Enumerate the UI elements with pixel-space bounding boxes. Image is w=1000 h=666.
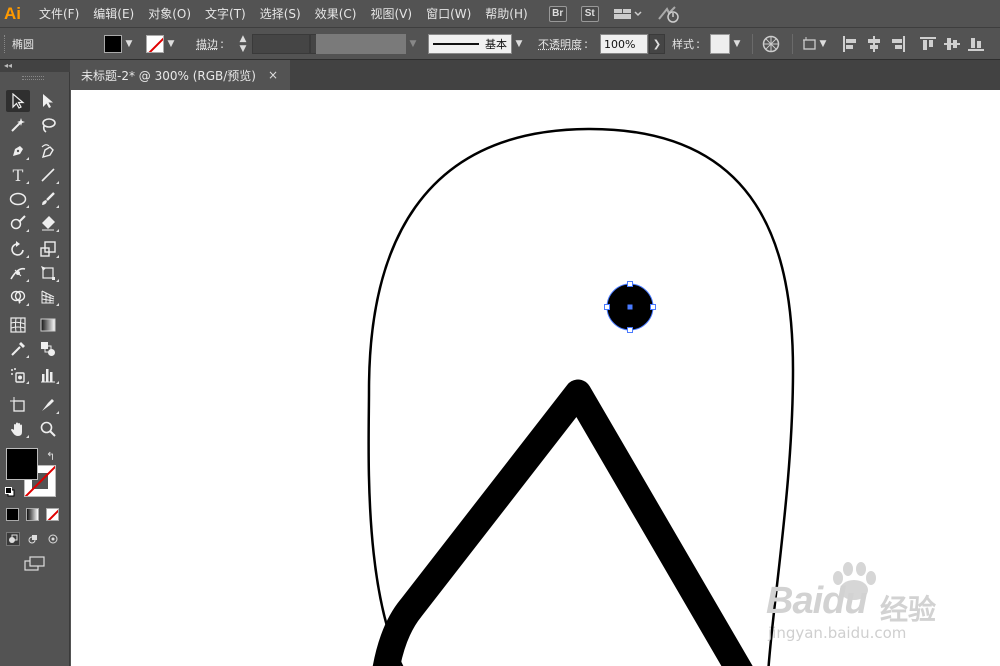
rotate-tool-icon[interactable] [6, 238, 30, 260]
tools-panel: ◂◂ T ↰ [0, 60, 70, 666]
curvature-tool-icon[interactable] [36, 140, 60, 162]
align-vertical-center-icon[interactable] [944, 36, 960, 52]
blend-tool-icon[interactable] [36, 338, 60, 360]
selected-ellipse[interactable] [604, 281, 656, 333]
workspace-switcher-icon[interactable] [613, 7, 643, 21]
fill-color-box[interactable] [6, 448, 38, 480]
document-tab[interactable]: 未标题-2* @ 300% (RGB/预览) × [71, 60, 291, 90]
align-right-icon[interactable] [890, 36, 906, 52]
gpu-performance-icon[interactable] [657, 5, 681, 23]
shaper-tool-icon[interactable] [6, 212, 30, 234]
direct-selection-tool-icon[interactable] [36, 90, 60, 112]
chevron-down-icon[interactable]: ▼ [730, 35, 744, 53]
stock-button[interactable]: St [580, 5, 599, 22]
menu-type[interactable]: 文字(T) [198, 0, 253, 28]
screen-mode-icon[interactable] [24, 556, 46, 575]
draw-normal-icon[interactable] [6, 532, 20, 546]
stroke-weight-field[interactable] [252, 34, 310, 54]
column-graph-tool-icon[interactable] [36, 364, 60, 386]
lasso-tool-icon[interactable] [36, 114, 60, 136]
menu-window[interactable]: 窗口(W) [419, 0, 478, 28]
divider [792, 34, 793, 54]
app-logo: Ai [4, 3, 21, 23]
menu-file[interactable]: 文件(F) [32, 0, 86, 28]
brush-definition-field[interactable]: 基本 [428, 34, 512, 54]
artboard-tool-icon[interactable] [6, 394, 30, 416]
align-top-icon[interactable] [920, 36, 936, 52]
slice-tool-icon[interactable] [36, 394, 60, 416]
width-tool-icon[interactable] [6, 262, 30, 284]
strap-path[interactable] [372, 379, 753, 666]
chevron-down-icon[interactable]: ▼ [406, 35, 420, 53]
menu-help[interactable]: 帮助(H) [478, 0, 534, 28]
panel-collapse-toggle[interactable]: ◂◂ [0, 60, 70, 72]
hand-tool-icon[interactable] [6, 418, 30, 440]
opacity-label[interactable]: 不透明度 [538, 36, 582, 52]
stroke-color-control[interactable]: ▼ [146, 28, 178, 60]
align-horizontal-center-icon[interactable] [866, 36, 882, 52]
control-bar: 椭圆 ▼ ▼ 描边 : ▲ ▼ ▼ 基本 ▼ 不透明度 : 100% ❯ 样式 : [0, 28, 1000, 60]
chevron-down-icon[interactable]: ▼ [818, 35, 828, 53]
artboard-canvas[interactable] [71, 90, 1000, 666]
document-tab-bar: 未标题-2* @ 300% (RGB/预览) × [71, 60, 1000, 90]
align-bottom-icon[interactable] [968, 36, 984, 52]
ellipse-tool-icon[interactable] [6, 188, 30, 210]
eyedropper-tool-icon[interactable] [6, 338, 30, 360]
none-mode-button[interactable] [46, 508, 59, 521]
menu-view[interactable]: 视图(V) [363, 0, 419, 28]
menu-bar: Ai 文件(F) 编辑(E) 对象(O) 文字(T) 选择(S) 效果(C) 视… [0, 0, 1000, 28]
control-bar-grip [4, 35, 6, 53]
line-segment-tool-icon[interactable] [36, 164, 60, 186]
color-mode-button[interactable] [6, 508, 19, 521]
shape-builder-tool-icon[interactable] [6, 286, 30, 308]
draw-behind-icon[interactable] [26, 532, 40, 546]
graphic-style-swatch[interactable] [710, 34, 730, 54]
align-to-selection-icon[interactable]: ▼ [802, 28, 828, 60]
selection-tool-icon[interactable] [6, 90, 30, 112]
gradient-tool-icon[interactable] [36, 314, 60, 336]
fill-swatch[interactable] [104, 35, 122, 53]
free-transform-tool-icon[interactable] [36, 262, 60, 284]
scale-tool-icon[interactable] [36, 238, 60, 260]
bridge-button[interactable]: Br [548, 5, 567, 22]
mesh-tool-icon[interactable] [6, 314, 30, 336]
chevron-down-icon[interactable]: ▼ [164, 35, 178, 53]
fill-color-control[interactable]: ▼ [104, 28, 136, 60]
symbol-sprayer-tool-icon[interactable] [6, 364, 30, 386]
menu-edit[interactable]: 编辑(E) [86, 0, 141, 28]
divider [752, 34, 753, 54]
opacity-field[interactable]: 100% [600, 34, 648, 54]
brush-label: 基本 [485, 38, 507, 51]
brush-stroke-preview [433, 43, 479, 45]
swap-fill-stroke-icon[interactable]: ↰ [46, 450, 55, 463]
align-left-icon[interactable] [842, 36, 858, 52]
paintbrush-tool-icon[interactable] [36, 188, 60, 210]
draw-inside-icon[interactable] [46, 532, 60, 546]
pen-tool-icon[interactable] [6, 140, 30, 162]
menu-effect[interactable]: 效果(C) [308, 0, 364, 28]
magic-wand-tool-icon[interactable] [6, 114, 30, 136]
chevron-down-icon[interactable]: ▼ [122, 35, 136, 53]
gradient-mode-button[interactable] [26, 508, 39, 521]
stroke-swatch-none[interactable] [146, 35, 164, 53]
menu-object[interactable]: 对象(O) [141, 0, 198, 28]
panel-grip[interactable] [22, 76, 44, 80]
document-tab-title: 未标题-2* @ 300% (RGB/预览) [81, 68, 256, 83]
object-type-label: 椭圆 [12, 38, 34, 51]
eraser-tool-icon[interactable] [36, 212, 60, 234]
close-icon[interactable]: × [268, 68, 278, 82]
chevron-right-icon[interactable]: ❯ [649, 34, 665, 54]
type-tool-icon[interactable]: T [6, 164, 30, 186]
recolor-artwork-icon[interactable] [762, 28, 780, 60]
chevron-down-icon[interactable]: ▼ [512, 35, 526, 53]
zoom-tool-icon[interactable] [36, 418, 60, 440]
default-fill-stroke-icon[interactable] [5, 486, 15, 497]
stroke-weight-stepper[interactable]: ▲ ▼ [236, 34, 250, 54]
artwork [367, 127, 795, 666]
variable-width-profile[interactable] [316, 34, 406, 54]
perspective-grid-tool-icon[interactable] [36, 286, 60, 308]
menu-select[interactable]: 选择(S) [253, 0, 308, 28]
style-label: 样式 [672, 38, 694, 51]
stroke-label[interactable]: 描边 [196, 36, 218, 52]
